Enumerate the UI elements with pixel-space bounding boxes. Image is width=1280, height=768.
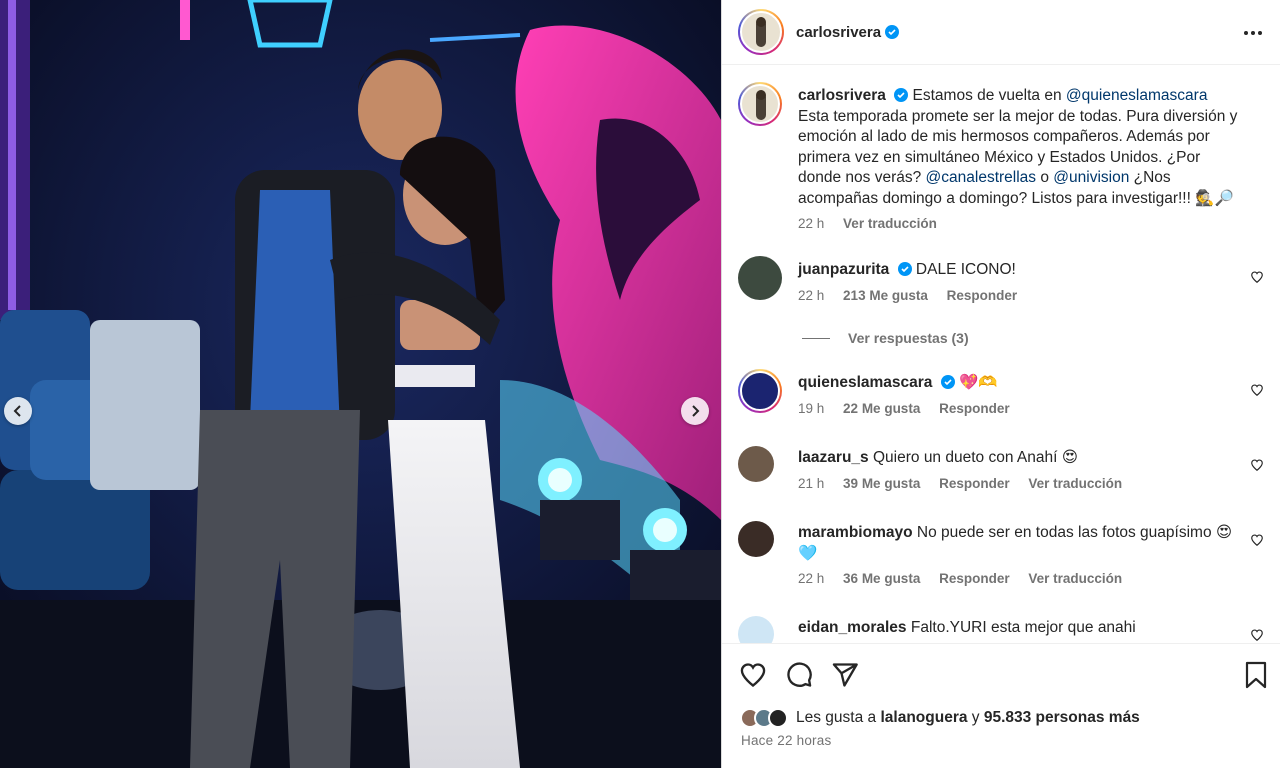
comment-text: Quiero un dueto con Anahí 😍: [872, 449, 1078, 466]
commenter-avatar[interactable]: [738, 521, 774, 557]
commenter-avatar[interactable]: [738, 369, 782, 413]
comment-time: 19 h: [798, 400, 825, 416]
mention-link[interactable]: @canalestrellas: [926, 169, 1037, 186]
comment-time: 21 h: [798, 475, 825, 491]
instagram-post-view: carlosrivera carlosrivera Estamos de vue…: [0, 0, 1280, 768]
mention-link[interactable]: @univision: [1053, 169, 1129, 186]
heart-icon[interactable]: [739, 661, 767, 689]
comment-text: 💖🫶: [959, 374, 998, 391]
reply-button[interactable]: Responder: [947, 288, 1018, 303]
reply-button[interactable]: Responder: [939, 401, 1010, 416]
comment-username[interactable]: marambiomayo: [798, 524, 913, 541]
mention-link[interactable]: @quieneslamascara: [1066, 87, 1208, 104]
author-avatar[interactable]: [738, 9, 784, 55]
comment-username[interactable]: laazaru_s: [798, 449, 869, 466]
reply-button[interactable]: Responder: [939, 476, 1010, 491]
comment-likes[interactable]: 213 Me gusta: [843, 288, 928, 303]
likes-prefix: Les gusta a: [796, 709, 877, 726]
caption-time: 22 h: [798, 216, 825, 231]
comment-username[interactable]: eidan_morales: [798, 619, 907, 636]
like-comment-heart-icon[interactable]: [1250, 533, 1264, 547]
caption-segment: o: [1036, 169, 1054, 186]
like-comment-heart-icon[interactable]: [1250, 628, 1264, 642]
commenter-avatar[interactable]: [738, 616, 774, 643]
previous-photo-button[interactable]: [4, 397, 32, 425]
author-username[interactable]: carlosrivera: [796, 24, 881, 41]
see-translation-link[interactable]: Ver traducción: [843, 216, 937, 231]
view-replies-toggle[interactable]: Ver respuestas (3): [802, 330, 969, 346]
see-translation-link[interactable]: Ver traducción: [1028, 476, 1122, 491]
comment-username[interactable]: juanpazurita: [798, 261, 889, 278]
chevron-left-icon: [13, 405, 21, 417]
more-icon[interactable]: [1242, 22, 1264, 44]
see-translation-link[interactable]: Ver traducción: [1028, 571, 1122, 586]
reply-button[interactable]: Responder: [939, 571, 1010, 586]
post-side-panel: carlosrivera carlosrivera Estamos de vue…: [721, 0, 1280, 768]
post-header: carlosrivera: [722, 0, 1280, 65]
commenter-avatar[interactable]: [738, 256, 782, 300]
caption-username[interactable]: carlosrivera: [798, 87, 886, 104]
comment-likes[interactable]: 39 Me gusta: [843, 476, 920, 491]
post-actions: Les gusta a lalanoguera y 95.833 persona…: [722, 643, 1280, 768]
view-replies-label[interactable]: Ver respuestas (3): [848, 330, 969, 346]
comment-icon[interactable]: [785, 661, 813, 689]
comment-time: 22 h: [798, 287, 825, 303]
comment-likes[interactable]: 36 Me gusta: [843, 571, 920, 586]
comment-text: DALE ICONO!: [915, 261, 1016, 278]
share-icon[interactable]: [831, 661, 859, 689]
likes-and: y: [971, 709, 980, 726]
comment-text: Falto.YURI esta mejor que anahi: [910, 619, 1136, 636]
caption-segment: Estamos de vuelta en: [912, 87, 1066, 104]
like-comment-heart-icon[interactable]: [1250, 458, 1264, 472]
likes-summary: Les gusta a lalanoguera y 95.833 persona…: [740, 708, 1140, 728]
comments-list[interactable]: carlosrivera Estamos de vuelta en @quien…: [722, 66, 1280, 643]
verified-badge-icon: [894, 88, 909, 102]
likes-count[interactable]: 95.833 personas más: [984, 709, 1140, 727]
next-photo-button[interactable]: [681, 397, 709, 425]
comment-username[interactable]: quieneslamascara: [798, 374, 932, 391]
post-photo[interactable]: [0, 0, 721, 768]
liker-username[interactable]: lalanoguera: [880, 709, 967, 727]
post-timestamp: Hace 22 horas: [741, 733, 832, 748]
comment-time: 22 h: [798, 571, 825, 586]
bookmark-icon[interactable]: [1244, 661, 1268, 689]
stage-photo-illustration: [0, 0, 721, 768]
chevron-right-icon: [692, 405, 700, 417]
author-avatar[interactable]: [738, 82, 782, 126]
like-comment-heart-icon[interactable]: [1250, 270, 1264, 284]
verified-badge-icon: [940, 375, 955, 389]
commenter-avatar[interactable]: [738, 446, 774, 482]
comment-likes[interactable]: 22 Me gusta: [843, 401, 920, 416]
like-comment-heart-icon[interactable]: [1250, 383, 1264, 397]
liker-avatars[interactable]: [740, 708, 788, 728]
verified-badge-icon: [897, 262, 912, 276]
caption-text: Estamos de vuelta en @quieneslamascara E…: [798, 87, 1237, 207]
verified-badge-icon: [885, 25, 900, 39]
